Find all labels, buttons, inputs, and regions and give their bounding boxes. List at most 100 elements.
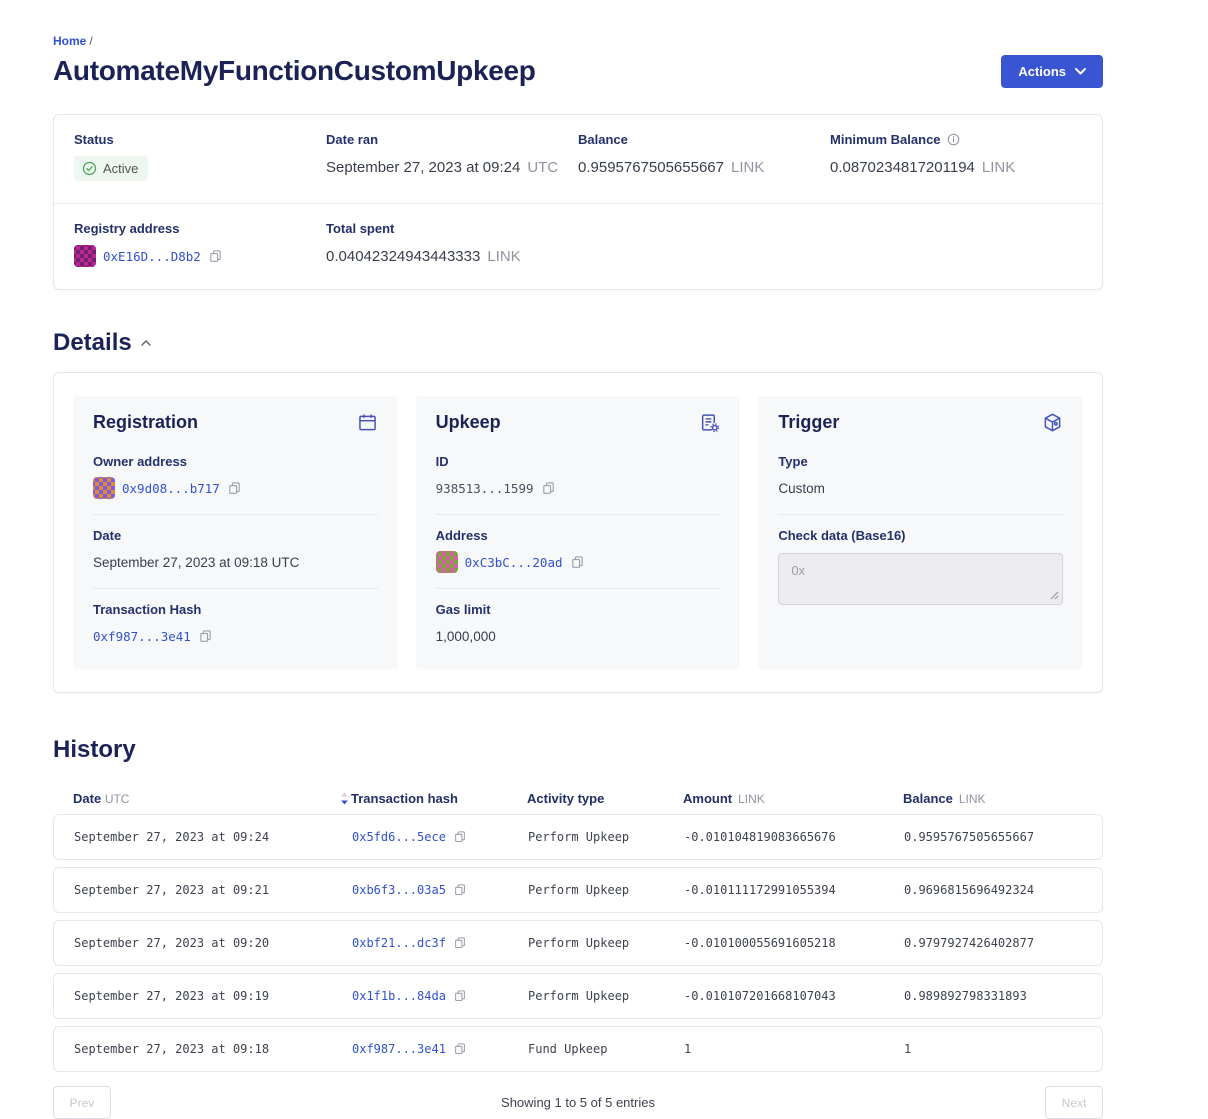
trigger-title: Trigger (778, 412, 839, 433)
copy-icon[interactable] (227, 481, 242, 496)
copy-icon[interactable] (570, 555, 585, 570)
summary-card: Status Active Date ran September 27, 202… (53, 114, 1103, 290)
history-row: September 27, 2023 at 09:20 0xbf21...dc3… (53, 920, 1103, 966)
copy-icon[interactable] (208, 249, 223, 264)
transaction-hash-link[interactable]: 0xf987...3e41 (93, 629, 191, 644)
history-hash-link[interactable]: 0x1f1b...84da (352, 989, 446, 1003)
calendar-icon (357, 412, 378, 433)
history-hash-link[interactable]: 0xb6f3...03a5 (352, 883, 446, 897)
check-data-label: Check data (Base16) (778, 528, 1063, 543)
status-badge: Active (74, 156, 148, 181)
upkeep-address-label: Address (436, 528, 721, 543)
transaction-hash-section: Transaction Hash 0xf987...3e41 (93, 589, 378, 649)
registration-date-section: Date September 27, 2023 at 09:18 UTC (93, 515, 378, 589)
upkeep-id-section: ID 938513...1599 (436, 441, 721, 515)
history-date-cell: September 27, 2023 at 09:19 (74, 989, 352, 1003)
copy-icon[interactable] (453, 989, 467, 1003)
min-balance-suffix: LINK (982, 159, 1015, 176)
history-date-cell: September 27, 2023 at 09:20 (74, 936, 352, 950)
upkeep-identicon (436, 551, 458, 573)
upkeep-id-label: ID (436, 454, 721, 469)
history-activity-cell: Perform Upkeep (528, 883, 684, 897)
column-header-transaction-hash: Transaction hash (351, 791, 527, 806)
details-panel: Registration Owner address 0x9d08...b717… (53, 372, 1103, 693)
breadcrumb-home-link[interactable]: Home (53, 34, 86, 48)
balance-suffix: LINK (731, 159, 764, 176)
history-activity-cell: Perform Upkeep (528, 830, 684, 844)
collapse-caret-icon[interactable] (141, 340, 151, 346)
actions-button-label: Actions (1018, 64, 1066, 79)
min-balance-field: Minimum Balance 0.0870234817201194 LINK (830, 132, 1082, 181)
info-icon[interactable] (947, 133, 960, 146)
status-field: Status Active (74, 132, 326, 181)
check-data-input[interactable] (778, 553, 1063, 605)
upkeep-address-section: Address 0xC3bC...20ad (436, 515, 721, 589)
breadcrumb-separator: / (89, 34, 92, 48)
column-header-balance: Balance LINK (903, 791, 1083, 806)
copy-icon[interactable] (453, 1042, 467, 1056)
trigger-type-value: Custom (778, 481, 825, 496)
min-balance-label: Minimum Balance (830, 132, 941, 147)
owner-address-link[interactable]: 0x9d08...b717 (122, 481, 220, 496)
copy-icon[interactable] (453, 936, 467, 950)
gas-limit-section: Gas limit 1,000,000 (436, 589, 721, 649)
prev-button[interactable]: Prev (53, 1086, 111, 1119)
document-gear-icon (699, 412, 720, 433)
history-hash-link[interactable]: 0xbf21...dc3f (352, 936, 446, 950)
transaction-hash-label: Transaction Hash (93, 602, 378, 617)
column-header-amount: Amount LINK (683, 791, 903, 806)
pagination: Prev Showing 1 to 5 of 5 entries Next (53, 1086, 1103, 1119)
trigger-card: Trigger Type Custom Check data (Base16) (758, 396, 1083, 669)
history-hash-link[interactable]: 0x5fd6...5ece (352, 830, 446, 844)
history-date-cell: September 27, 2023 at 09:18 (74, 1042, 352, 1056)
min-balance-value: 0.0870234817201194 (830, 159, 975, 176)
date-ran-suffix: UTC (527, 159, 558, 176)
copy-icon[interactable] (541, 481, 556, 496)
upkeep-address-link[interactable]: 0xC3bC...20ad (465, 555, 563, 570)
registry-identicon (74, 245, 96, 267)
actions-button[interactable]: Actions (1001, 55, 1103, 88)
column-header-date[interactable]: Date UTC (73, 791, 351, 806)
cube-icon (1042, 412, 1063, 433)
pagination-summary: Showing 1 to 5 of 5 entries (501, 1095, 655, 1110)
total-spent-field: Total spent 0.04042324943443333LINK (326, 221, 578, 267)
registration-date-label: Date (93, 528, 378, 543)
history-activity-cell: Perform Upkeep (528, 989, 684, 1003)
next-button[interactable]: Next (1045, 1086, 1103, 1119)
history-row: September 27, 2023 at 09:21 0xb6f3...03a… (53, 867, 1103, 913)
registration-title: Registration (93, 412, 198, 433)
history-row: September 27, 2023 at 09:19 0x1f1b...84d… (53, 973, 1103, 1019)
history-amount-cell: -0.010111172991055394 (684, 883, 904, 897)
upkeep-card: Upkeep ID 938513...1599 Address 0x (416, 396, 741, 669)
history-hash-link[interactable]: 0xf987...3e41 (352, 1042, 446, 1056)
registry-address-field: Registry address 0xE16D...D8b2 (74, 221, 326, 267)
history-amount-cell: -0.010100055691605218 (684, 936, 904, 950)
registration-date-value: September 27, 2023 at 09:18 UTC (93, 555, 299, 570)
check-data-section: Check data (Base16) (778, 515, 1063, 607)
balance-value: 0.9595767505655667 (578, 159, 724, 176)
copy-icon[interactable] (198, 629, 213, 644)
history-date-cell: September 27, 2023 at 09:21 (74, 883, 352, 897)
history-heading-text: History (53, 736, 136, 764)
copy-icon[interactable] (453, 830, 467, 844)
summary-row-2: Registry address 0xE16D...D8b2 Total spe… (54, 203, 1102, 289)
history-balance-cell: 1 (904, 1042, 1082, 1056)
owner-address-section: Owner address 0x9d08...b717 (93, 441, 378, 515)
history-amount-cell: -0.010104819083665676 (684, 830, 904, 844)
history-row: September 27, 2023 at 09:18 0xf987...3e4… (53, 1026, 1103, 1072)
owner-address-label: Owner address (93, 454, 378, 469)
date-ran-field: Date ran September 27, 2023 at 09:24UTC (326, 132, 578, 181)
registry-address-link[interactable]: 0xE16D...D8b2 (103, 249, 201, 264)
upkeep-title: Upkeep (436, 412, 501, 433)
registration-card: Registration Owner address 0x9d08...b717… (73, 396, 398, 669)
page-title: AutomateMyFunctionCustomUpkeep (53, 55, 536, 87)
page-header: Home/ AutomateMyFunctionCustomUpkeep Act… (53, 34, 1103, 88)
history-table-header: Date UTC Transaction hash Activity type … (53, 791, 1103, 806)
sort-icon[interactable] (340, 792, 349, 805)
check-circle-icon (82, 161, 97, 176)
copy-icon[interactable] (453, 883, 467, 897)
history-amount-cell: 1 (684, 1042, 904, 1056)
history-amount-cell: -0.010107201668107043 (684, 989, 904, 1003)
history-heading: History (53, 736, 1103, 764)
details-heading: Details (53, 329, 1103, 357)
